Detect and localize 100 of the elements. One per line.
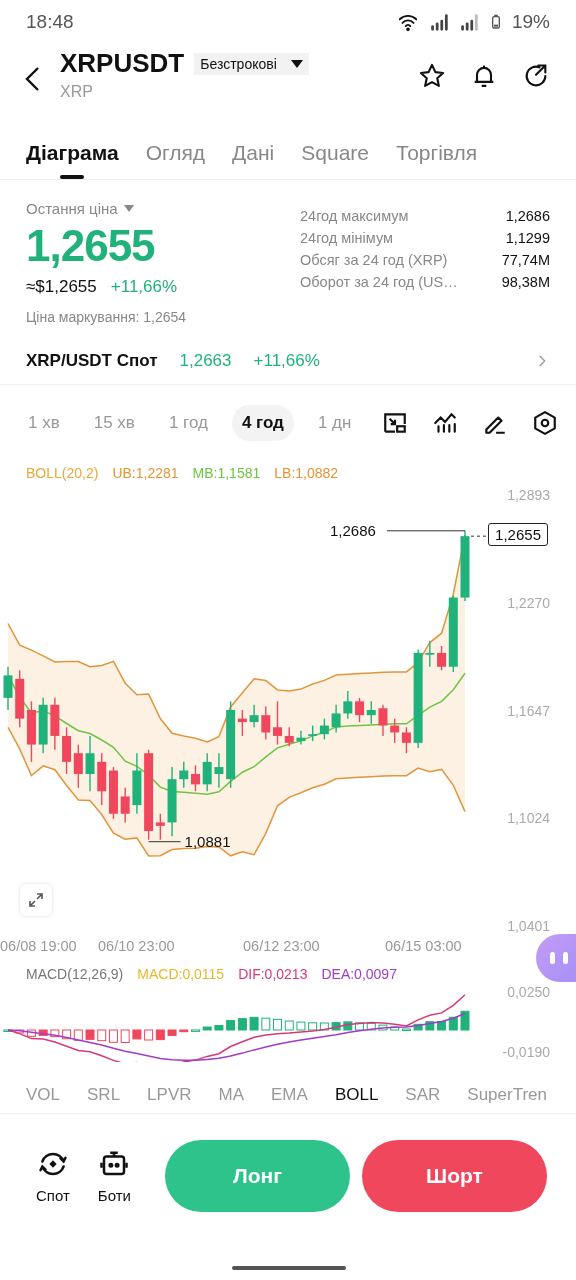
x-axis-label: 06/08 19:00 bbox=[0, 938, 78, 956]
indicator-tab[interactable]: SuperTren bbox=[467, 1076, 547, 1113]
macd-bar bbox=[343, 1021, 353, 1031]
macd-bar bbox=[85, 1029, 95, 1040]
macd-bar bbox=[120, 1029, 130, 1043]
candle bbox=[319, 717, 329, 741]
candle bbox=[343, 690, 353, 720]
macd-bar bbox=[191, 1029, 200, 1032]
bots-link[interactable]: Боти bbox=[97, 1148, 131, 1204]
indicator-tab[interactable]: SAR bbox=[405, 1076, 441, 1113]
candle bbox=[62, 726, 72, 775]
spot-link[interactable]: Спот bbox=[36, 1148, 70, 1204]
tab[interactable]: Square bbox=[301, 116, 369, 179]
leader-line bbox=[148, 841, 182, 843]
macd-legend: DIF:0,0213 bbox=[238, 966, 308, 982]
candle bbox=[355, 697, 365, 723]
indicator-tab[interactable]: MA bbox=[218, 1076, 245, 1113]
indicator-legend: BOLL(20,2) bbox=[26, 465, 99, 481]
high-price-label: 1,2686 bbox=[330, 521, 376, 540]
low-price-label: 1,0881 bbox=[184, 832, 231, 851]
candle bbox=[401, 726, 411, 754]
indicator-legend: MB:1,1581 bbox=[192, 465, 261, 481]
indicator-chart-icon[interactable] bbox=[432, 410, 458, 436]
settings-icon[interactable] bbox=[532, 410, 558, 436]
timeframe-tab[interactable]: 15 хв bbox=[83, 405, 145, 441]
caret-icon bbox=[290, 59, 303, 68]
candle bbox=[331, 704, 341, 734]
x-axis-label: 06/15 03:00 bbox=[385, 938, 463, 956]
macd-legend: MACD:0,0115 bbox=[137, 966, 225, 982]
indicator-legend: LB:1,0882 bbox=[274, 465, 339, 481]
macd-bar bbox=[144, 1029, 154, 1041]
stat-value: 77,74M bbox=[501, 252, 550, 268]
macd-bar bbox=[179, 1029, 189, 1033]
macd-bar bbox=[355, 1022, 365, 1031]
stat-label: 24год максимум bbox=[300, 208, 410, 224]
macd-bar bbox=[97, 1029, 107, 1042]
timeframe-tab[interactable]: 1 дн bbox=[307, 405, 362, 441]
macd-bar bbox=[73, 1029, 83, 1041]
candle bbox=[261, 705, 271, 741]
indicator-tab[interactable]: SRL bbox=[87, 1076, 121, 1113]
indicator-tab[interactable]: BOLL bbox=[334, 1076, 379, 1113]
candle bbox=[108, 766, 118, 820]
macd-bar bbox=[413, 1023, 423, 1031]
indicator-tab[interactable]: VOL bbox=[26, 1076, 61, 1113]
candle bbox=[38, 697, 48, 754]
candle bbox=[296, 730, 306, 746]
x-axis-label: 06/12 23:00 bbox=[243, 938, 321, 956]
candle bbox=[366, 700, 376, 725]
stat-value: 1,2686 bbox=[504, 208, 550, 224]
y-axis-label: -0,0190 bbox=[502, 1043, 550, 1062]
timeframe-tab[interactable]: 4 год bbox=[231, 405, 294, 441]
candle bbox=[85, 735, 95, 792]
macd-bar bbox=[155, 1029, 165, 1041]
candle bbox=[97, 752, 107, 806]
indicator-tab[interactable]: EMA bbox=[271, 1076, 308, 1113]
picture-in-picture-icon[interactable] bbox=[382, 410, 408, 436]
macd-bar bbox=[62, 1029, 72, 1040]
tab[interactable]: Торгівля bbox=[396, 116, 478, 179]
candle bbox=[378, 704, 388, 737]
tab[interactable]: Діаграма bbox=[26, 116, 119, 179]
macd-bar bbox=[284, 1020, 294, 1031]
y-axis-label: 1,1024 bbox=[507, 809, 550, 829]
y-axis-label: 1,0401 bbox=[507, 917, 550, 936]
tab[interactable]: Огляд bbox=[145, 116, 206, 179]
spot-price: 1,2663 bbox=[179, 351, 232, 371]
candle bbox=[3, 666, 13, 711]
timeframe-tab[interactable]: 1 год bbox=[158, 405, 218, 441]
candle bbox=[284, 726, 294, 747]
macd-bar bbox=[249, 1016, 259, 1031]
usd-price: ≈$1,2655 bbox=[26, 277, 97, 297]
price-type-dropdown[interactable]: Остання ціна bbox=[26, 200, 134, 217]
macd-bar bbox=[3, 1029, 13, 1032]
pair-title: XRPUSDT bbox=[60, 48, 185, 79]
caret-icon bbox=[123, 205, 134, 212]
timeframe-tab[interactable]: 1 хв bbox=[18, 405, 70, 441]
candle bbox=[50, 697, 60, 751]
candle bbox=[214, 752, 224, 789]
candle bbox=[249, 704, 259, 728]
status-time: 18:48 bbox=[26, 11, 74, 33]
long-button[interactable]: Лонг bbox=[164, 1140, 350, 1212]
macd-bar bbox=[261, 1017, 271, 1031]
y-axis-label: 1,1647 bbox=[507, 701, 550, 721]
macd-bar bbox=[237, 1018, 247, 1031]
tab[interactable]: Дані bbox=[232, 116, 275, 179]
battery-level: 19% bbox=[511, 11, 550, 33]
macd-bar bbox=[378, 1024, 388, 1031]
stat-label: Оборот за 24 год (US… bbox=[300, 274, 459, 290]
indicator-tab[interactable]: LPVR bbox=[147, 1076, 192, 1113]
macd-bar bbox=[226, 1020, 236, 1031]
candle bbox=[120, 787, 130, 824]
candle bbox=[167, 766, 177, 837]
macd-bar bbox=[167, 1029, 177, 1036]
macd-bar bbox=[460, 1010, 470, 1031]
stat-value: 1,1299 bbox=[504, 230, 550, 246]
star-icon[interactable] bbox=[418, 62, 446, 90]
expand-icon[interactable] bbox=[20, 884, 52, 916]
contract-type-dropdown[interactable]: Безстрокові bbox=[194, 52, 309, 75]
short-button[interactable]: Шорт bbox=[361, 1140, 547, 1212]
candle bbox=[460, 530, 470, 602]
spot-change: +11,66% bbox=[253, 351, 320, 371]
